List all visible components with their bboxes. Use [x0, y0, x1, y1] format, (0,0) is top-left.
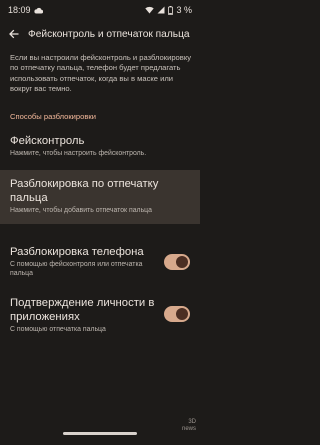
page-title: Фейсконтроль и отпечаток пальца — [28, 28, 190, 40]
wifi-icon — [145, 6, 155, 14]
battery-percent: 3 % — [176, 5, 192, 15]
face-unlock-subtitle: Нажмите, чтобы настроить фейсконтроль. — [10, 150, 147, 157]
watermark-line2: news — [181, 426, 196, 432]
watermark-line1: 3D — [188, 419, 196, 425]
back-button[interactable] — [0, 22, 28, 46]
app-auth-subtitle: С помощью отпечатка пальца — [10, 326, 106, 333]
phone-unlock-toggle[interactable] — [164, 254, 190, 270]
fingerprint-unlock-subtitle: Нажмите, чтобы добавить отпечаток пальца — [10, 207, 152, 214]
status-bar: 18:09 3 % — [0, 0, 200, 20]
app-auth-title: Подтверждение личности в приложениях — [10, 297, 155, 323]
app-bar: Фейсконтроль и отпечаток пальца — [0, 22, 200, 46]
face-unlock-title: Фейсконтроль — [10, 135, 85, 147]
toggle-knob — [176, 256, 188, 268]
phone-unlock-subtitle: С помощью фейсконтроля или отпечатка пал… — [10, 261, 143, 277]
fingerprint-unlock-item[interactable]: Разблокировка по отпечатку пальца Нажмит… — [0, 170, 200, 224]
gesture-nav-handle[interactable] — [63, 432, 137, 435]
intro-description: Если вы настроили фейсконтроль и разблок… — [10, 53, 192, 94]
fingerprint-unlock-title: Разблокировка по отпечатку пальца — [10, 178, 159, 204]
cloud-icon — [33, 7, 43, 14]
signal-icon — [157, 6, 165, 14]
face-unlock-item[interactable]: Фейсконтроль Нажмите, чтобы настроить фе… — [0, 134, 200, 168]
watermark-logo: 3D news — [182, 419, 196, 433]
section-header-unlock-methods: Способы разблокировки — [10, 112, 96, 121]
phone-unlock-title: Разблокировка телефона — [10, 246, 144, 258]
toggle-knob — [176, 308, 188, 320]
status-time: 18:09 — [8, 5, 31, 15]
arrow-back-icon — [9, 29, 19, 39]
app-auth-toggle[interactable] — [164, 306, 190, 322]
battery-icon — [168, 5, 174, 15]
